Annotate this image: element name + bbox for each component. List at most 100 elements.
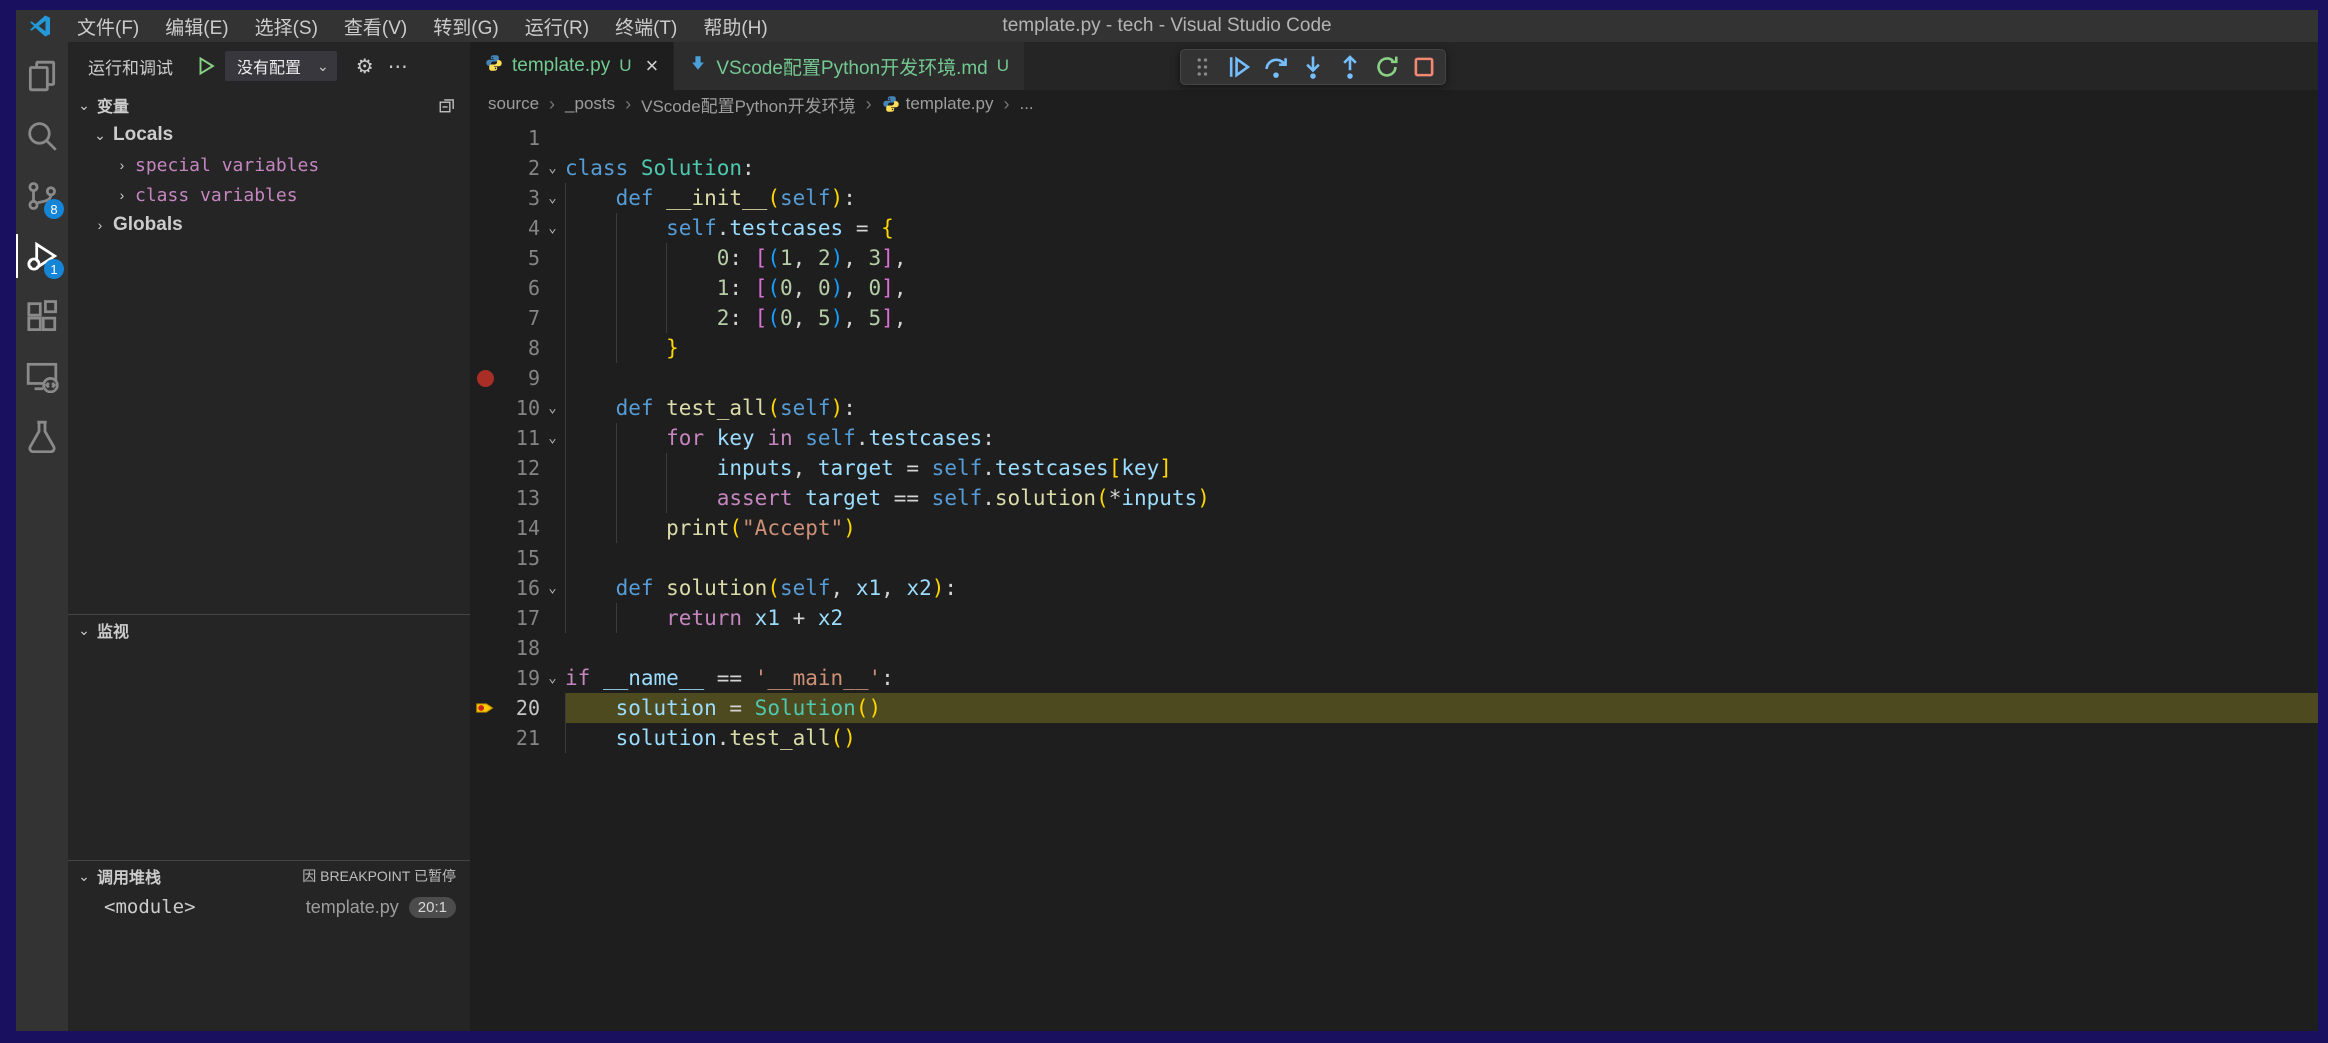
breakpoint-gutter[interactable] xyxy=(470,273,500,303)
code-line[interactable]: 16⌄ def solution(self, x1, x2): xyxy=(470,573,2318,603)
current-execution-pointer-icon[interactable] xyxy=(470,693,500,723)
menu-item[interactable]: 文件(F) xyxy=(64,13,152,40)
fold-chevron-icon[interactable]: ⌄ xyxy=(540,213,565,243)
breakpoint-gutter[interactable] xyxy=(470,393,500,423)
code-line-content[interactable]: if __name__ == '__main__': xyxy=(565,663,2318,693)
code-line-content[interactable] xyxy=(565,123,2318,153)
breakpoint-gutter[interactable] xyxy=(470,123,500,153)
breakpoint-gutter[interactable] xyxy=(470,243,500,273)
code-line-content[interactable]: solution.test_all() xyxy=(565,723,2318,753)
code-line-content[interactable]: inputs, target = self.testcases[key] xyxy=(565,453,2318,483)
stop-button[interactable] xyxy=(1410,53,1438,81)
drag-handle[interactable] xyxy=(1188,53,1216,81)
breakpoint-gutter[interactable] xyxy=(470,483,500,513)
code-line[interactable]: 3⌄ def __init__(self): xyxy=(470,183,2318,213)
step-over-button[interactable] xyxy=(1262,53,1290,81)
fold-chevron-icon[interactable]: ⌄ xyxy=(540,663,565,693)
close-icon[interactable]: × xyxy=(646,55,659,77)
code-line[interactable]: 7 2: [(0, 5), 5], xyxy=(470,303,2318,333)
code-line[interactable]: 9 xyxy=(470,363,2318,393)
sidebar-item-extensions[interactable] xyxy=(16,286,68,346)
code-line-content[interactable]: return x1 + x2 xyxy=(565,603,2318,633)
code-line[interactable]: 13 assert target == self.solution(*input… xyxy=(470,483,2318,513)
variables-tree-row[interactable]: ›special variables xyxy=(68,150,470,180)
breadcrumb-item[interactable]: _posts xyxy=(565,94,615,114)
code-line[interactable]: 20 solution = Solution() xyxy=(470,693,2318,723)
code-line[interactable]: 10⌄ def test_all(self): xyxy=(470,393,2318,423)
code-line[interactable]: 11⌄ for key in self.testcases: xyxy=(470,423,2318,453)
menu-item[interactable]: 查看(V) xyxy=(331,13,420,40)
fold-chevron-icon[interactable]: ⌄ xyxy=(540,423,565,453)
code-line[interactable]: 1 xyxy=(470,123,2318,153)
code-line[interactable]: 19⌄if __name__ == '__main__': xyxy=(470,663,2318,693)
menu-item[interactable]: 选择(S) xyxy=(242,13,331,40)
callstack-section-header[interactable]: ⌄ 调用堆栈 因 BREAKPOINT 已暂停 xyxy=(68,861,470,891)
code-line[interactable]: 8 } xyxy=(470,333,2318,363)
breakpoint-gutter[interactable] xyxy=(470,633,500,663)
step-out-button[interactable] xyxy=(1336,53,1364,81)
code-line[interactable]: 14 print("Accept") xyxy=(470,513,2318,543)
breakpoint-gutter[interactable] xyxy=(470,573,500,603)
code-line-content[interactable]: } xyxy=(565,333,2318,363)
variables-tree-row[interactable]: ›class variables xyxy=(68,180,470,210)
code-line[interactable]: 17 return x1 + x2 xyxy=(470,603,2318,633)
breakpoint-gutter[interactable] xyxy=(470,303,500,333)
breakpoint-gutter[interactable] xyxy=(470,663,500,693)
fold-chevron-icon[interactable]: ⌄ xyxy=(540,153,565,183)
breakpoint-gutter[interactable] xyxy=(470,603,500,633)
watch-section-header[interactable]: ⌄ 监视 xyxy=(68,615,470,645)
code-line-content[interactable]: class Solution: xyxy=(565,153,2318,183)
fold-chevron-icon[interactable]: ⌄ xyxy=(540,393,565,423)
more-actions-icon[interactable]: ⋯ xyxy=(388,54,408,79)
breakpoint-gutter[interactable] xyxy=(470,423,500,453)
code-line-content[interactable]: assert target == self.solution(*inputs) xyxy=(565,483,2318,513)
restart-button[interactable] xyxy=(1373,53,1401,81)
code-line-content[interactable]: def test_all(self): xyxy=(565,393,2318,423)
code-line[interactable]: 12 inputs, target = self.testcases[key] xyxy=(470,453,2318,483)
code-line-content[interactable]: def solution(self, x1, x2): xyxy=(565,573,2318,603)
gear-icon[interactable]: ⚙ xyxy=(356,54,374,79)
breakpoint-gutter[interactable] xyxy=(470,153,500,183)
debug-config-dropdown[interactable]: 没有配置 ⌄ xyxy=(225,51,337,81)
fold-chevron-icon[interactable]: ⌄ xyxy=(540,573,565,603)
code-line[interactable]: 18 xyxy=(470,633,2318,663)
menu-item[interactable]: 编辑(E) xyxy=(152,13,241,40)
tab-template-py[interactable]: template.py U × xyxy=(470,42,674,90)
menu-item[interactable]: 转到(G) xyxy=(420,13,511,40)
continue-button[interactable] xyxy=(1225,53,1253,81)
sidebar-item-source-control[interactable]: 8 xyxy=(16,166,68,226)
breakpoint-gutter[interactable] xyxy=(470,723,500,753)
breakpoint-gutter[interactable] xyxy=(470,213,500,243)
breadcrumb-item[interactable]: ... xyxy=(1019,94,1033,114)
sidebar-item-explorer[interactable] xyxy=(16,46,68,106)
code-line-content[interactable]: 1: [(0, 0), 0], xyxy=(565,273,2318,303)
sidebar-item-testing[interactable] xyxy=(16,406,68,466)
breakpoint-gutter[interactable] xyxy=(470,333,500,363)
breadcrumb-item[interactable]: source xyxy=(488,94,539,114)
menu-item[interactable]: 帮助(H) xyxy=(690,13,780,40)
code-line-content[interactable]: solution = Solution() xyxy=(565,693,2318,723)
breakpoint-gutter[interactable] xyxy=(470,513,500,543)
callstack-frame[interactable]: <module> template.py 20:1 xyxy=(68,891,470,923)
breadcrumb-item[interactable]: VScode配置Python开发环境 xyxy=(641,92,855,117)
tab-vscode-python-md[interactable]: VScode配置Python开发环境.md U xyxy=(674,42,1025,90)
code-line-content[interactable] xyxy=(565,543,2318,573)
variables-section-header[interactable]: ⌄ 变量 xyxy=(68,90,470,120)
code-line-content[interactable]: for key in self.testcases: xyxy=(565,423,2318,453)
code-line[interactable]: 15 xyxy=(470,543,2318,573)
menu-item[interactable]: 运行(R) xyxy=(512,13,602,40)
code-line-content[interactable]: 0: [(1, 2), 3], xyxy=(565,243,2318,273)
sidebar-item-run-and-debug[interactable]: 1 xyxy=(16,226,68,286)
code-line-content[interactable]: self.testcases = { xyxy=(565,213,2318,243)
breakpoint-icon[interactable] xyxy=(470,363,500,393)
step-into-button[interactable] xyxy=(1299,53,1327,81)
code-line[interactable]: 21 solution.test_all() xyxy=(470,723,2318,753)
variables-tree-row[interactable]: ›Globals xyxy=(68,210,470,240)
code-line-content[interactable] xyxy=(565,633,2318,663)
code-line[interactable]: 4⌄ self.testcases = { xyxy=(470,213,2318,243)
variables-tree-row[interactable]: ⌄Locals xyxy=(68,120,470,150)
sidebar-item-remote-explorer[interactable] xyxy=(16,346,68,406)
menu-item[interactable]: 终端(T) xyxy=(602,13,690,40)
breadcrumb-item[interactable]: template.py xyxy=(882,94,994,114)
code-line-content[interactable]: def __init__(self): xyxy=(565,183,2318,213)
